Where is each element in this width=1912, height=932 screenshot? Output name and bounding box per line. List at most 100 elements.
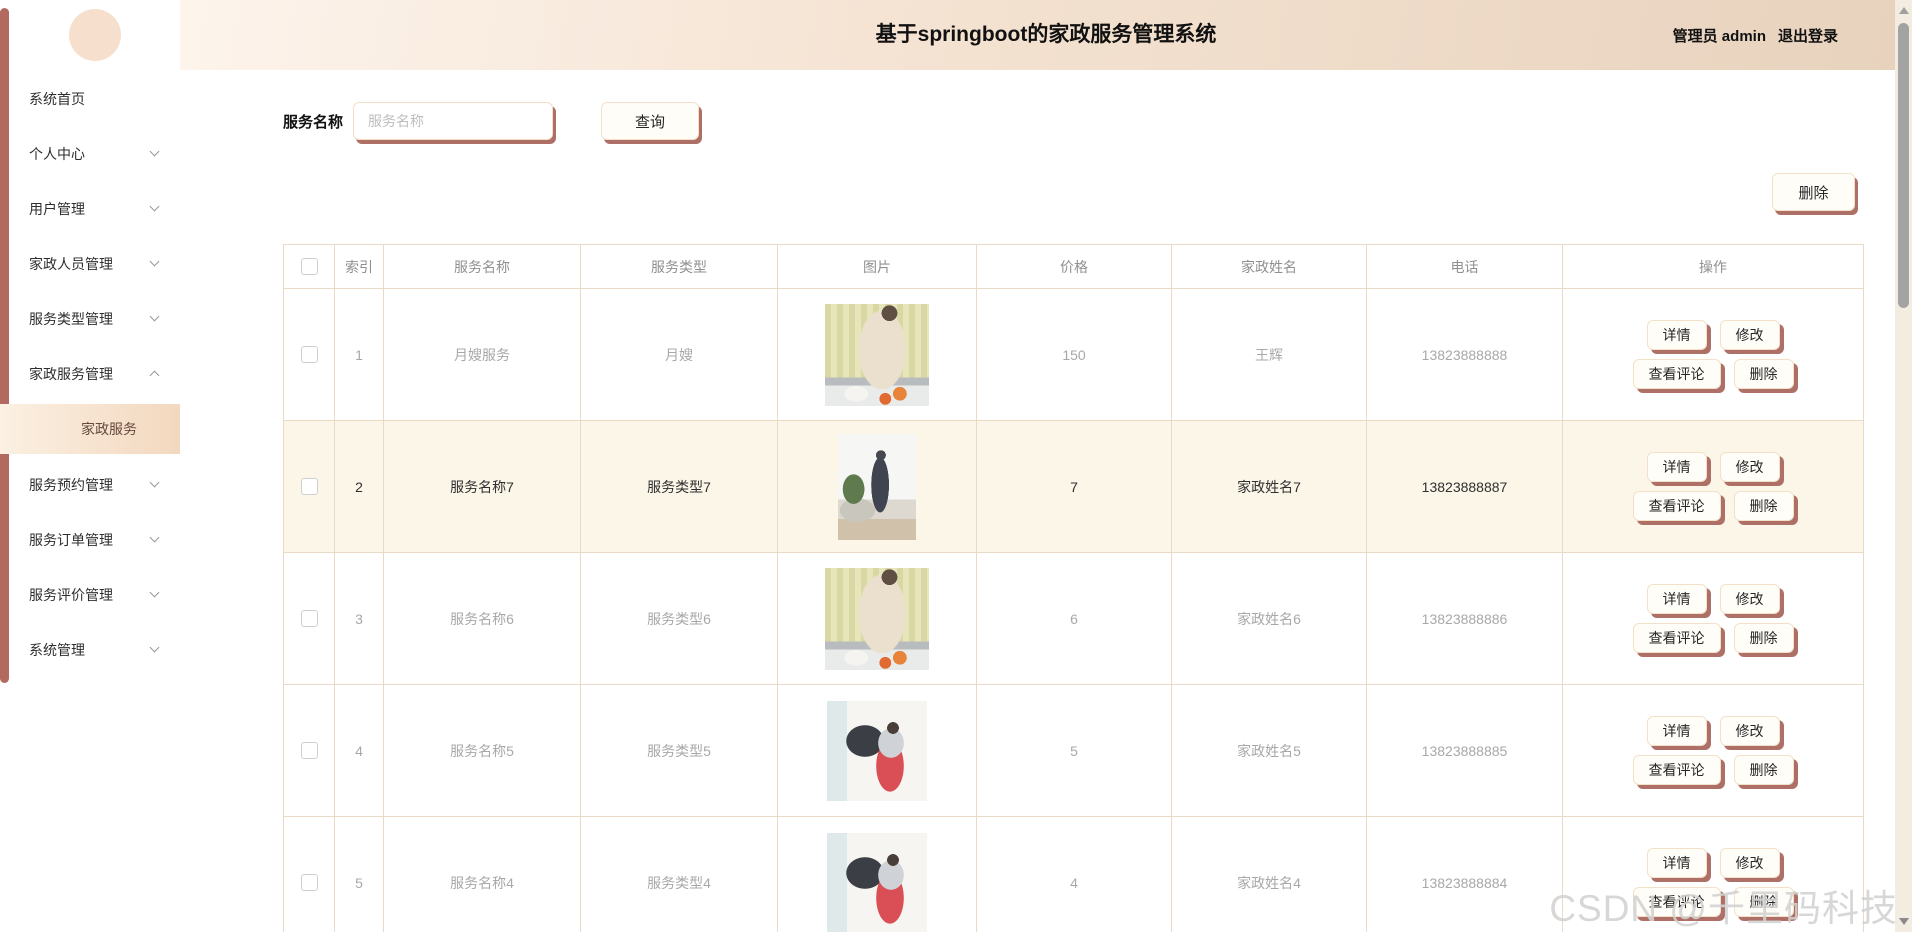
sidebar-item-service-booking-management[interactable]: 服务预约管理: [0, 457, 180, 512]
chevron-down-icon: [149, 642, 160, 653]
service-image: [827, 832, 927, 932]
view-comments-button[interactable]: 查看评论: [1632, 491, 1721, 521]
detail-button[interactable]: 详情: [1646, 848, 1707, 878]
sidebar-item-label: 家政服务管理: [29, 365, 113, 382]
sidebar-subitem-label: 家政服务: [81, 421, 137, 437]
row-checkbox[interactable]: [300, 478, 318, 496]
cell-index: 5: [334, 816, 384, 932]
row-checkbox[interactable]: [300, 346, 318, 364]
page-scrollbar[interactable]: [1895, 0, 1912, 932]
scrollbar-up-arrow-icon[interactable]: [1899, 7, 1909, 14]
select-all-checkbox[interactable]: [300, 258, 318, 276]
sidebar-item-label: 服务类型管理: [29, 310, 113, 327]
row-select-cell: [283, 684, 335, 817]
table-header-row: 索引 服务名称 服务类型 图片 价格 家政姓名 电话 操作: [283, 244, 1864, 289]
sidebar-menu: 系统首页 个人中心 用户管理 家政人员管理 服务类型管理 家政服务管理 家政服务…: [0, 71, 180, 677]
cell-service-name: 月嫂服务: [383, 288, 581, 421]
cell-price: 7: [976, 420, 1172, 553]
cell-price: 4: [976, 816, 1172, 932]
cell-actions: 详情 修改查看评论 删除: [1562, 684, 1864, 817]
sidebar-item-label: 系统首页: [29, 90, 85, 107]
edit-button[interactable]: 修改: [1719, 716, 1780, 746]
service-image: [825, 567, 929, 670]
row-select-cell: [283, 816, 335, 932]
view-comments-button[interactable]: 查看评论: [1632, 623, 1721, 653]
sidebar-item-service-order-management[interactable]: 服务订单管理: [0, 512, 180, 567]
view-comments-button[interactable]: 查看评论: [1632, 887, 1721, 917]
cell-image: [777, 552, 977, 685]
column-header: 服务类型: [580, 244, 778, 289]
sidebar-item-system-management[interactable]: 系统管理: [0, 622, 180, 677]
cell-person-name: 家政姓名6: [1171, 552, 1367, 685]
search-form: 服务名称 查询: [283, 102, 700, 140]
search-label: 服务名称: [283, 113, 344, 131]
view-comments-button[interactable]: 查看评论: [1632, 755, 1721, 785]
sidebar-item-housekeeping-service[interactable]: 家政服务: [0, 404, 180, 454]
top-header: 基于springboot的家政服务管理系统 管理员 admin 退出登录: [180, 0, 1912, 70]
logout-link[interactable]: 退出登录: [1778, 25, 1838, 46]
search-input[interactable]: [353, 102, 554, 140]
sidebar-item-housekeeper-management[interactable]: 家政人员管理: [0, 236, 180, 291]
cell-image: [777, 684, 977, 817]
sidebar-item-service-review-management[interactable]: 服务评价管理: [0, 567, 180, 622]
delete-button[interactable]: 删除: [1772, 173, 1855, 211]
app-root: 系统首页 个人中心 用户管理 家政人员管理 服务类型管理 家政服务管理 家政服务…: [0, 0, 1912, 932]
chevron-down-icon: [149, 256, 160, 267]
column-header: 价格: [976, 244, 1172, 289]
row-checkbox[interactable]: [300, 610, 318, 628]
detail-button[interactable]: 详情: [1646, 452, 1707, 482]
cell-person-name: 家政姓名5: [1171, 684, 1367, 817]
chevron-down-icon: [149, 477, 160, 488]
cell-image: [777, 420, 977, 553]
sidebar-item-label: 用户管理: [29, 200, 85, 217]
sidebar-item-housekeeping-service-management[interactable]: 家政服务管理: [0, 346, 180, 401]
detail-button[interactable]: 详情: [1646, 320, 1707, 350]
sidebar-item-label: 服务预约管理: [29, 476, 113, 493]
edit-button[interactable]: 修改: [1719, 452, 1780, 482]
cell-service-name: 服务名称4: [383, 816, 581, 932]
cell-service-type: 月嫂: [580, 288, 778, 421]
cell-service-name: 服务名称5: [383, 684, 581, 817]
sidebar-item-user-management[interactable]: 用户管理: [0, 181, 180, 236]
cell-service-type: 服务类型4: [580, 816, 778, 932]
cell-image: [777, 816, 977, 932]
query-button[interactable]: 查询: [601, 102, 700, 140]
detail-button[interactable]: 详情: [1646, 584, 1707, 614]
avatar: [69, 9, 121, 61]
user-area: 管理员 admin 退出登录: [1673, 0, 1838, 70]
scrollbar-thumb[interactable]: [1898, 23, 1909, 308]
view-comments-button[interactable]: 查看评论: [1632, 359, 1721, 389]
row-select-cell: [283, 420, 335, 553]
services-table: 索引 服务名称 服务类型 图片 价格 家政姓名 电话 操作 1 月嫂服务 月嫂 150 王辉 13823…: [283, 244, 1864, 932]
table-row: 2 服务名称7 服务类型7 7 家政姓名7 13823888887 详情 修改 查看评论 删除: [283, 420, 1864, 553]
cell-price: 150: [976, 288, 1172, 421]
edit-button[interactable]: 修改: [1719, 320, 1780, 350]
cell-service-name: 服务名称6: [383, 552, 581, 685]
sidebar-item-service-type-management[interactable]: 服务类型管理: [0, 291, 180, 346]
delete-row-button[interactable]: 删除: [1733, 887, 1794, 917]
edit-button[interactable]: 修改: [1719, 584, 1780, 614]
sidebar: 系统首页 个人中心 用户管理 家政人员管理 服务类型管理 家政服务管理 家政服务…: [0, 0, 180, 932]
cell-actions: 详情 修改查看评论 删除: [1562, 816, 1864, 932]
chevron-down-icon: [149, 532, 160, 543]
scrollbar-down-arrow-icon[interactable]: [1899, 918, 1909, 925]
content-area: 服务名称 查询 删除: [180, 70, 1912, 932]
cell-service-type: 服务类型6: [580, 552, 778, 685]
sidebar-item-label: 家政人员管理: [29, 255, 113, 272]
cell-phone: 13823888885: [1366, 684, 1563, 817]
detail-button[interactable]: 详情: [1646, 716, 1707, 746]
delete-row-button[interactable]: 删除: [1733, 491, 1794, 521]
service-image: [838, 433, 916, 540]
row-checkbox[interactable]: [300, 742, 318, 760]
edit-button[interactable]: 修改: [1719, 848, 1780, 878]
chevron-down-icon: [149, 201, 160, 212]
sidebar-item-personal-center[interactable]: 个人中心: [0, 126, 180, 181]
sidebar-item-home[interactable]: 系统首页: [0, 71, 180, 126]
delete-row-button[interactable]: 删除: [1733, 623, 1794, 653]
delete-row-button[interactable]: 删除: [1733, 755, 1794, 785]
row-select-cell: [283, 552, 335, 685]
cell-person-name: 王辉: [1171, 288, 1367, 421]
delete-row-button[interactable]: 删除: [1733, 359, 1794, 389]
row-checkbox[interactable]: [300, 874, 318, 892]
chevron-down-icon: [149, 311, 160, 322]
